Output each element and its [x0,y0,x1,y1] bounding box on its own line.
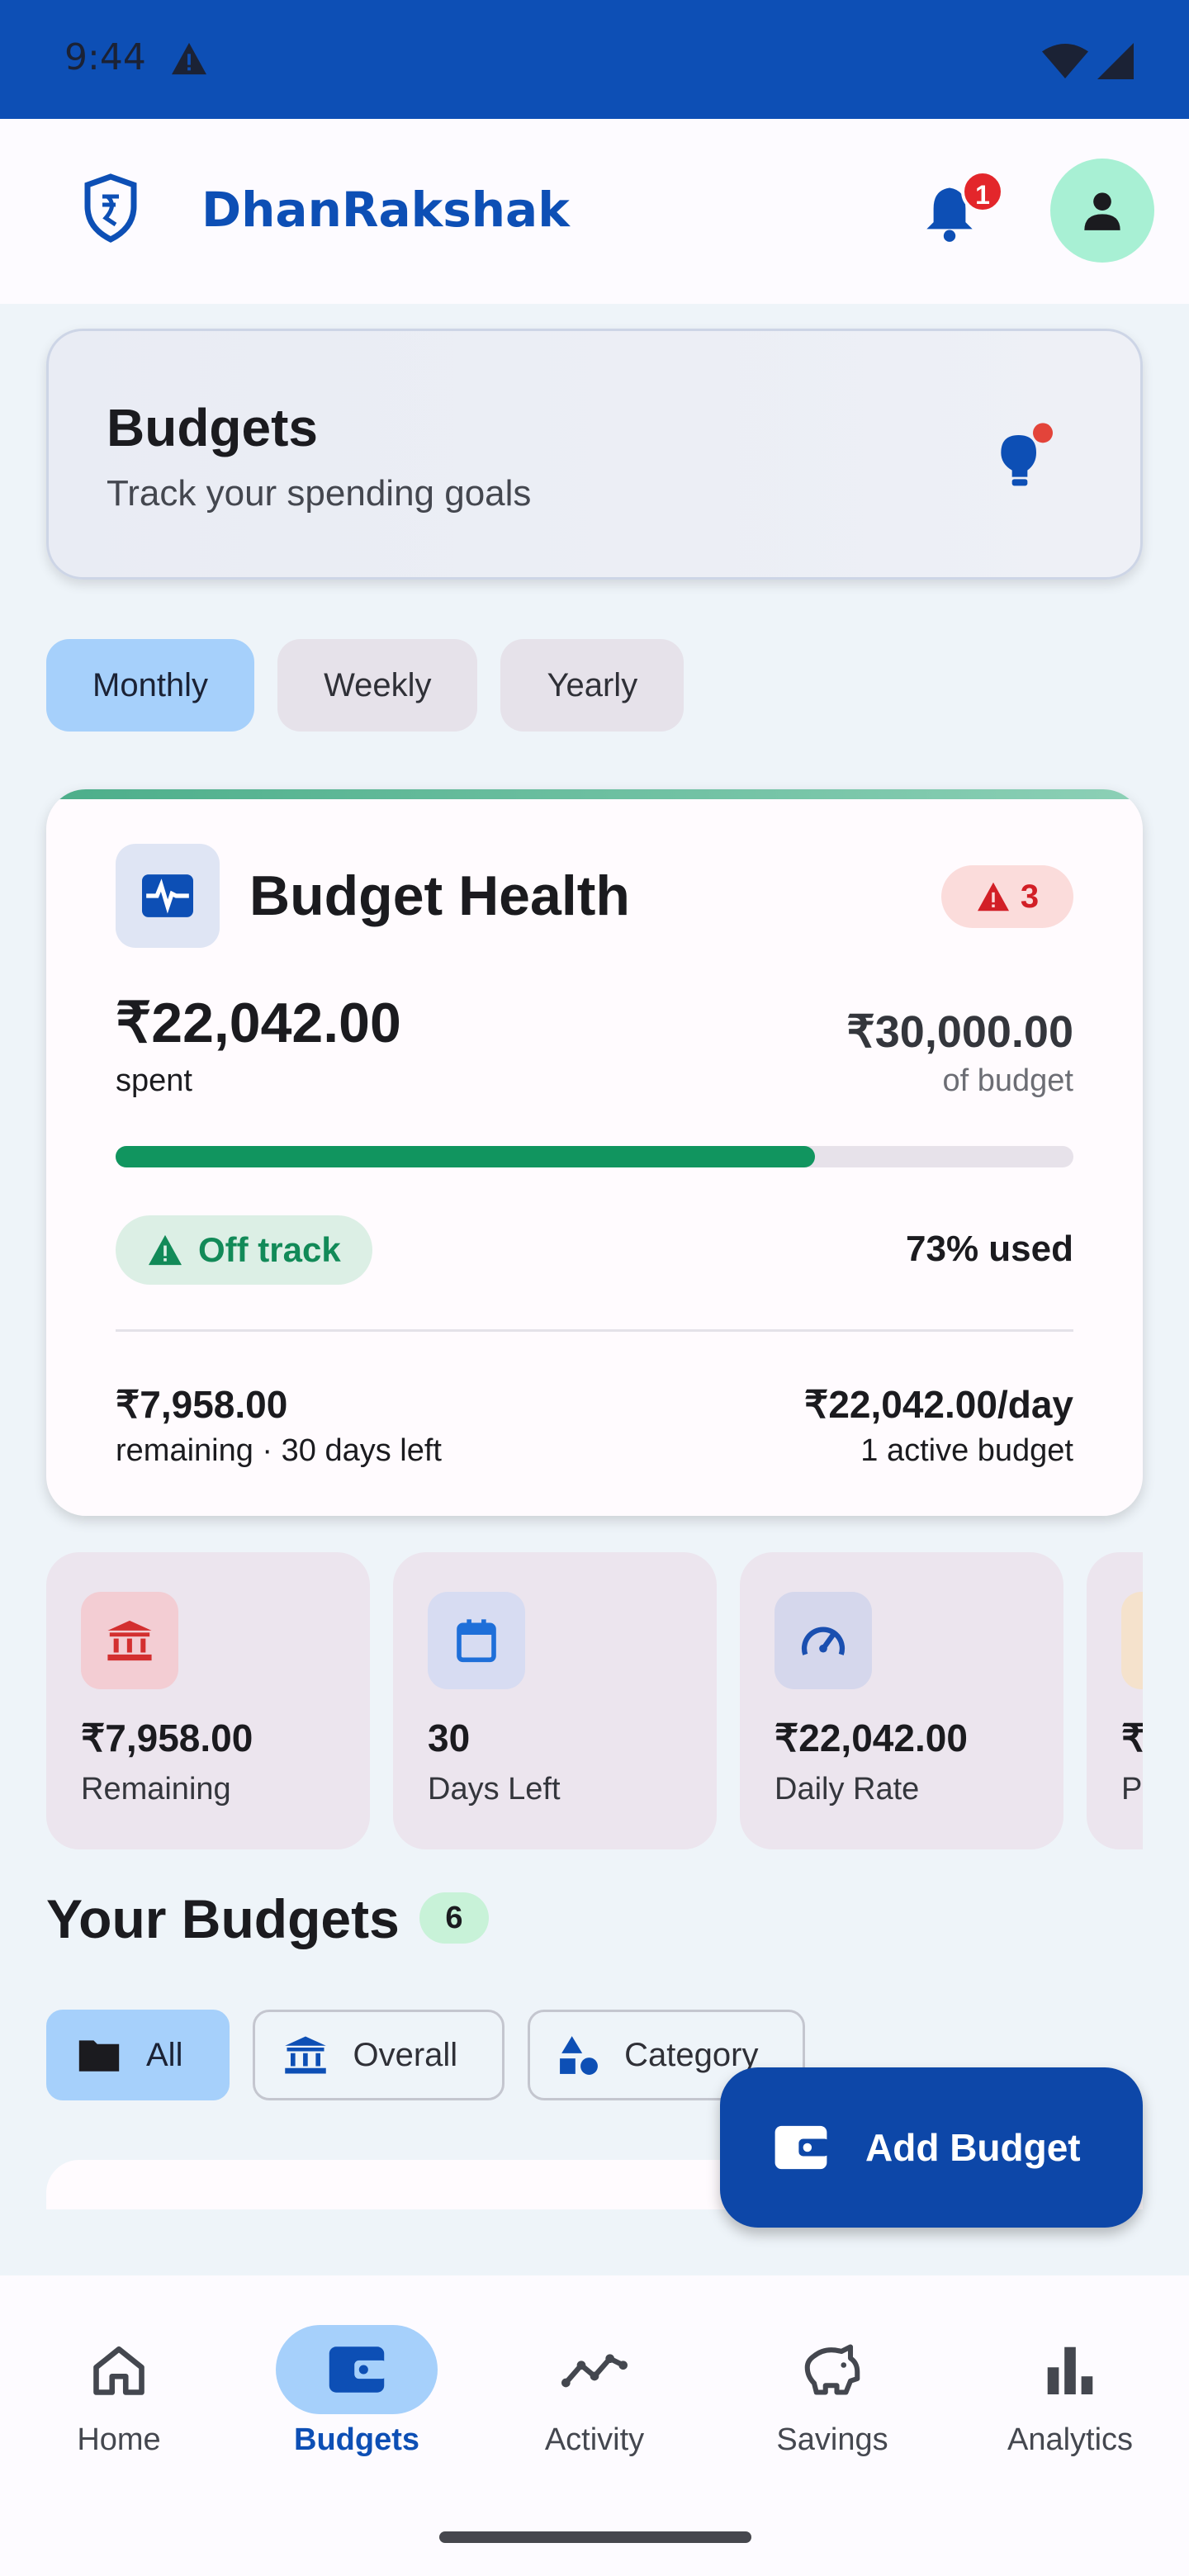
budget-progress-bar [116,1146,1073,1167]
pulse-icon [142,874,193,917]
folder-icon [78,2040,120,2072]
lightbulb-icon[interactable] [990,422,1056,492]
stat-card-remaining[interactable]: ₹7,958.00 Remaining [46,1552,370,1849]
warning-icon [170,41,208,80]
filter-label: All [146,2036,183,2073]
nav-home[interactable]: Home [0,2325,238,2458]
category-shapes-icon [560,2036,599,2075]
app-bar: DhanRakshak 1 [0,119,1189,304]
wallet-icon [775,2125,829,2170]
nav-activity[interactable]: Activity [476,2325,713,2458]
budget-health-card: Budget Health 3 ₹22,042.00 spent ₹30,000… [46,789,1143,1516]
stat-label: Daily Rate [775,1772,920,1807]
budget-total: ₹30,000.00 [846,1007,1073,1057]
warning-icon [977,882,1009,912]
tab-weekly[interactable]: Weekly [277,639,478,732]
wifi-icon [1042,44,1088,78]
stat-value: ₹22,042.00 [775,1717,968,1759]
active-budgets: 1 active budget [860,1433,1073,1468]
health-icon-box [116,844,220,948]
home-indicator [439,2531,751,2543]
add-budget-button[interactable]: Add Budget [720,2067,1143,2228]
nav-analytics[interactable]: Analytics [951,2325,1189,2458]
warning-icon [149,1234,182,1266]
spent-amount: ₹22,042.00 [116,992,401,1054]
nav-budgets[interactable]: Budgets [238,2325,476,2458]
divider [116,1329,1073,1332]
add-budget-label: Add Budget [865,2126,1081,2169]
stats-row[interactable]: ₹7,958.00 Remaining 30 Days Left ₹22,042… [46,1552,1143,1849]
filter-chips: All Overall Category [46,2010,806,2100]
status-time: 9:44 [64,36,146,78]
stat-label: Remaining [81,1772,231,1807]
speedometer-icon [775,1592,872,1689]
page-subtitle: Track your spending goals [107,473,532,514]
stat-card-partial[interactable]: ₹ P [1087,1552,1143,1849]
budget-total-label: of budget [942,1063,1073,1098]
remaining-amount: ₹7,958.00 [116,1383,288,1426]
nav-label: Activity [544,2422,645,2457]
health-accent-bar [46,789,1143,799]
tab-yearly[interactable]: Yearly [500,639,685,732]
stat-card-daily-rate[interactable]: ₹22,042.00 Daily Rate [740,1552,1063,1849]
calendar-icon [428,1592,525,1689]
bank-icon [285,2036,327,2074]
nav-savings[interactable]: Savings [713,2325,951,2458]
stat-value: 30 [428,1717,471,1759]
stat-label: Days Left [428,1772,561,1807]
page-title: Budgets [107,398,318,457]
bank-icon [81,1592,178,1689]
daily-rate: ₹22,042.00/day [804,1383,1073,1426]
stat-label: P [1121,1772,1143,1807]
person-icon [1084,192,1120,230]
section-title: Your Budgets [46,1888,400,1949]
shield-logo-icon [83,173,139,247]
period-tabs: Monthly Weekly Yearly [46,639,685,732]
filter-overall[interactable]: Overall [253,2010,505,2100]
avatar[interactable] [1050,159,1154,263]
home-icon [93,2346,144,2395]
filter-label: Category [624,2036,759,2073]
filter-label: Overall [353,2036,458,2073]
trend-line-icon [561,2354,628,2388]
stat-card-days-left[interactable]: 30 Days Left [393,1552,717,1849]
alert-count: 3 [1020,878,1040,915]
budget-count-badge: 6 [419,1892,489,1944]
nav-label: Savings [776,2422,888,2457]
app-title: DhanRakshak [201,182,570,238]
notification-badge: 1 [961,170,1004,213]
percent-used: 73% used [906,1229,1073,1269]
health-title: Budget Health [249,864,630,927]
stat-value: ₹7,958.00 [81,1717,253,1759]
alert-count-badge[interactable]: 3 [941,865,1073,928]
bar-chart-icon [1047,2346,1093,2394]
filter-all[interactable]: All [46,2010,230,2100]
tab-monthly[interactable]: Monthly [46,639,255,732]
budget-progress-fill [116,1146,815,1167]
nav-label: Home [77,2422,161,2457]
status-bar: 9:44 [0,0,1189,119]
piggy-bank-icon [804,2344,860,2395]
status-text: Off track [198,1230,341,1269]
partial-icon [1121,1592,1143,1689]
page-header-card: Budgets Track your spending goals [46,329,1143,580]
wallet-icon [329,2346,386,2393]
nav-label: Analytics [1007,2422,1134,2457]
signal-icon [1097,43,1134,79]
remaining-label: remaining · 30 days left [116,1433,442,1468]
stat-value: ₹ [1121,1717,1143,1759]
status-badge: Off track [116,1215,372,1285]
spent-label: spent [116,1063,192,1098]
nav-label: Budgets [294,2422,419,2457]
